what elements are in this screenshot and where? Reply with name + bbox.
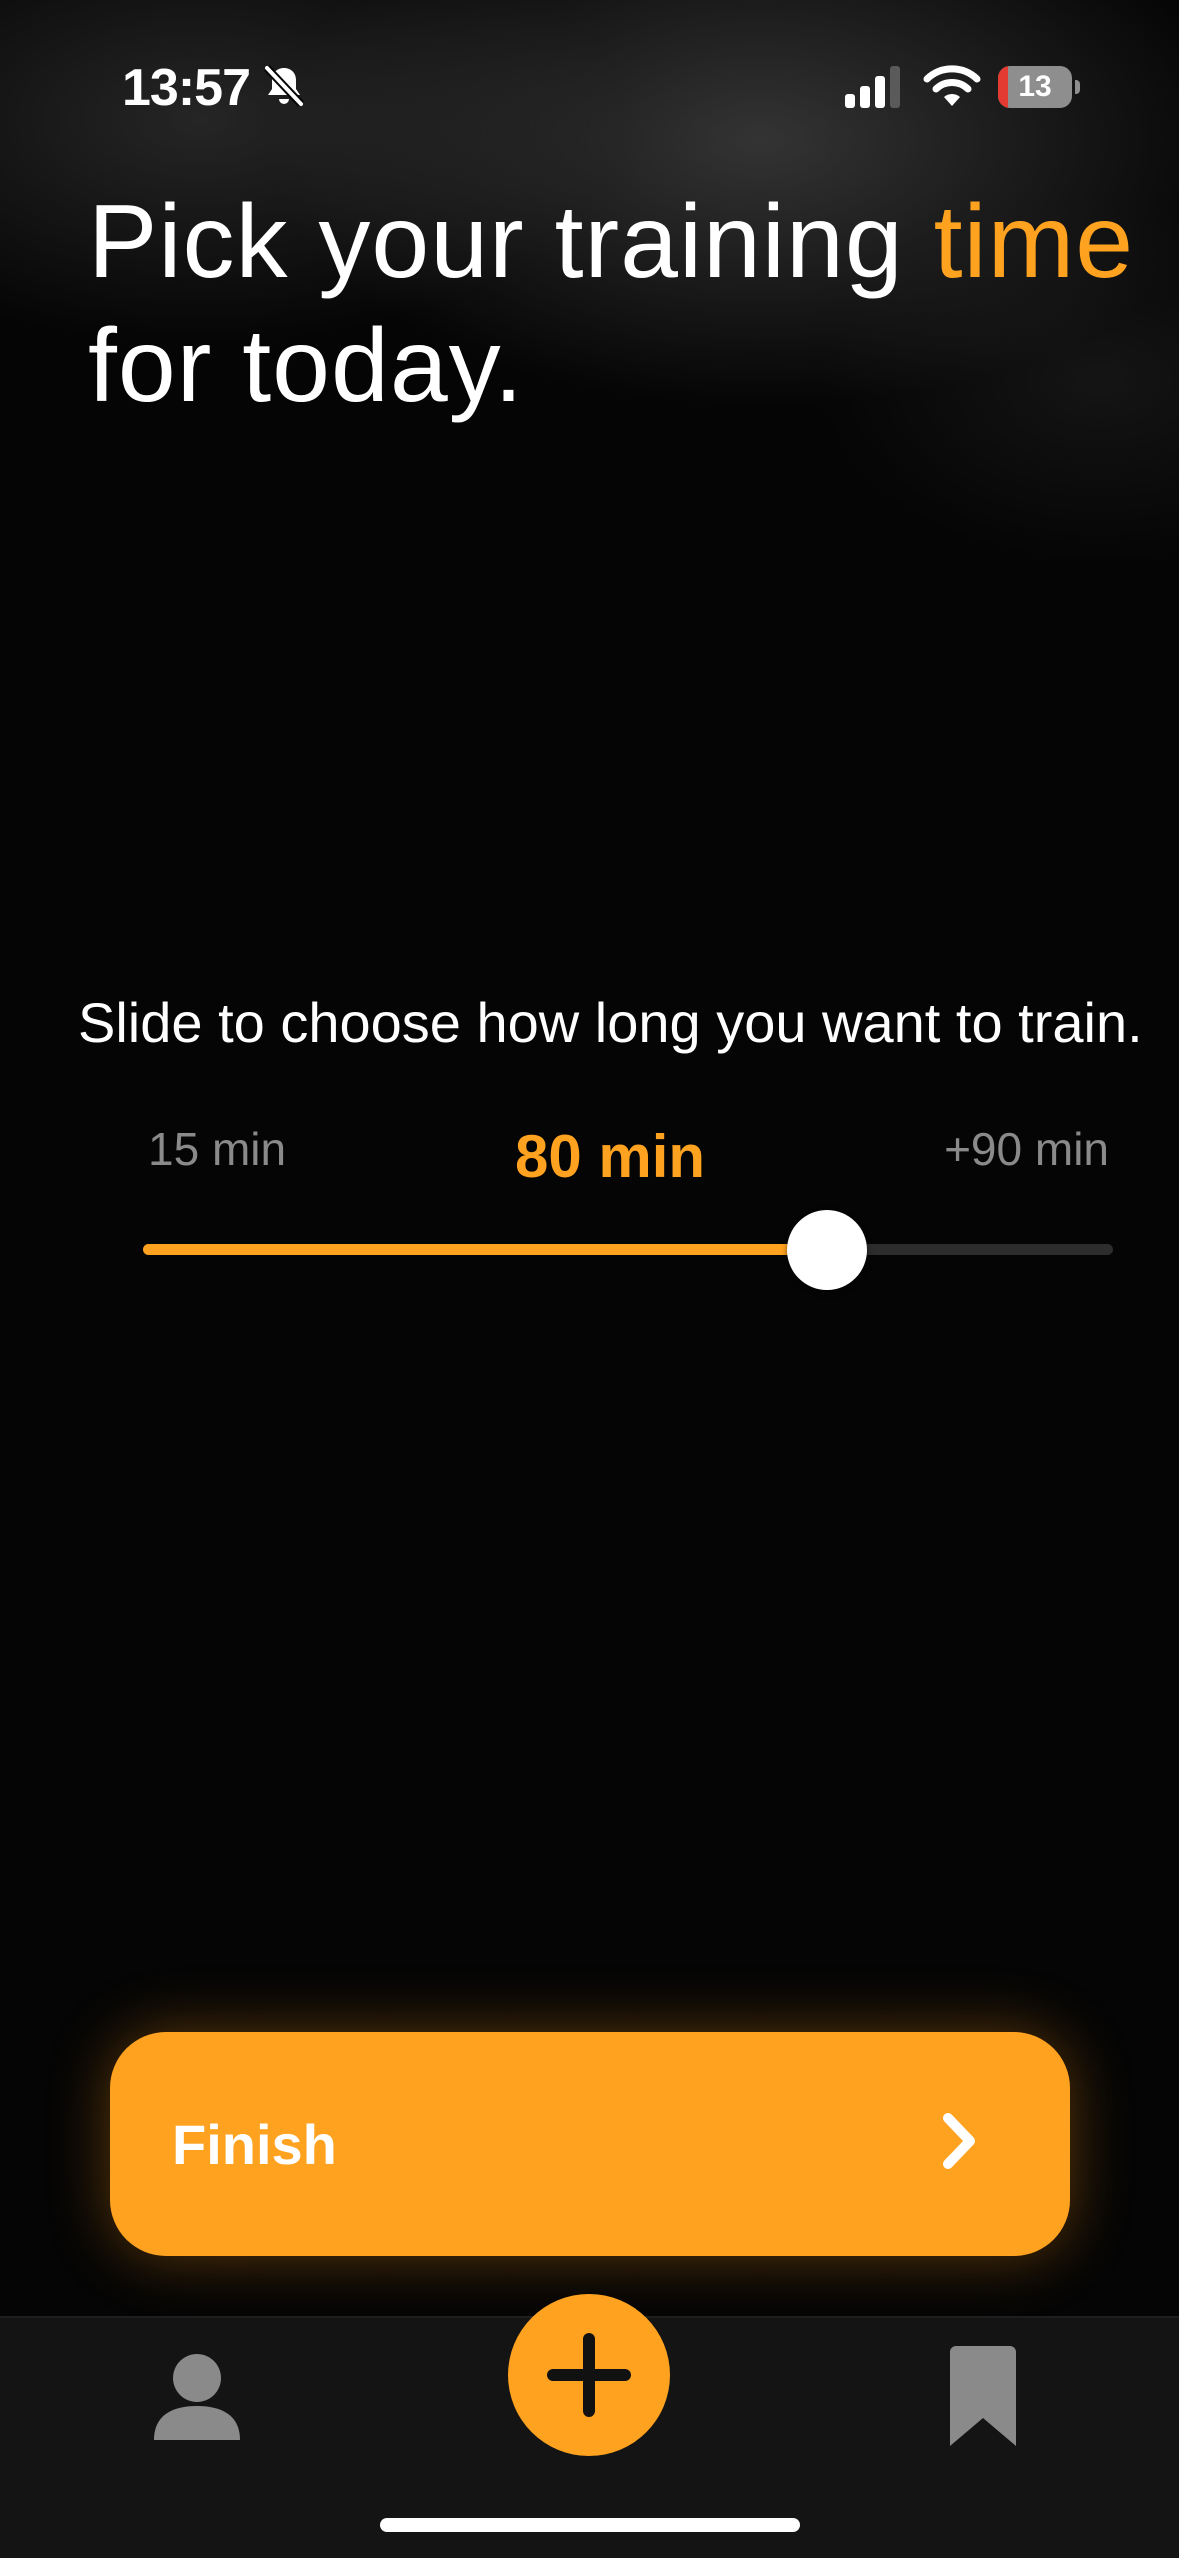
add-button[interactable] (508, 2294, 670, 2456)
status-time: 13:57 (122, 59, 251, 117)
duration-slider[interactable] (143, 1210, 1113, 1290)
bell-slash-icon (264, 65, 304, 107)
battery-level-text: 13 (1018, 70, 1052, 103)
title-text-before: Pick your training (88, 184, 934, 300)
slider-value-label: 80 min (515, 1123, 706, 1190)
finish-button-label: Finish (172, 2113, 337, 2176)
home-indicator (380, 2518, 800, 2532)
chevron-right-icon (943, 2113, 975, 2169)
battery-tip (1075, 80, 1080, 94)
battery-body: 13 (998, 66, 1072, 108)
slider-max-label: +90 min (944, 1123, 1109, 1175)
slider-instruction: Slide to choose how long you want to tra… (78, 991, 1143, 1054)
plus-icon (547, 2333, 631, 2417)
title-accent-word: time (933, 184, 1135, 300)
slider-fill (143, 1244, 827, 1255)
page-title: Pick your training time for today. (88, 180, 1168, 428)
title-text-after: for today. (88, 308, 524, 424)
status-bar: 13:57 13 (0, 0, 1179, 170)
wifi-icon (923, 65, 981, 106)
cellular-signal-icon (845, 66, 900, 108)
battery-icon: 13 (998, 66, 1080, 108)
person-icon[interactable] (150, 2350, 244, 2444)
slider-thumb[interactable] (787, 1210, 867, 1290)
tab-bar (0, 2294, 1179, 2558)
finish-button[interactable]: Finish (110, 2032, 1070, 2256)
slider-min-label: 15 min (148, 1123, 287, 1175)
bookmark-icon[interactable] (950, 2346, 1016, 2446)
